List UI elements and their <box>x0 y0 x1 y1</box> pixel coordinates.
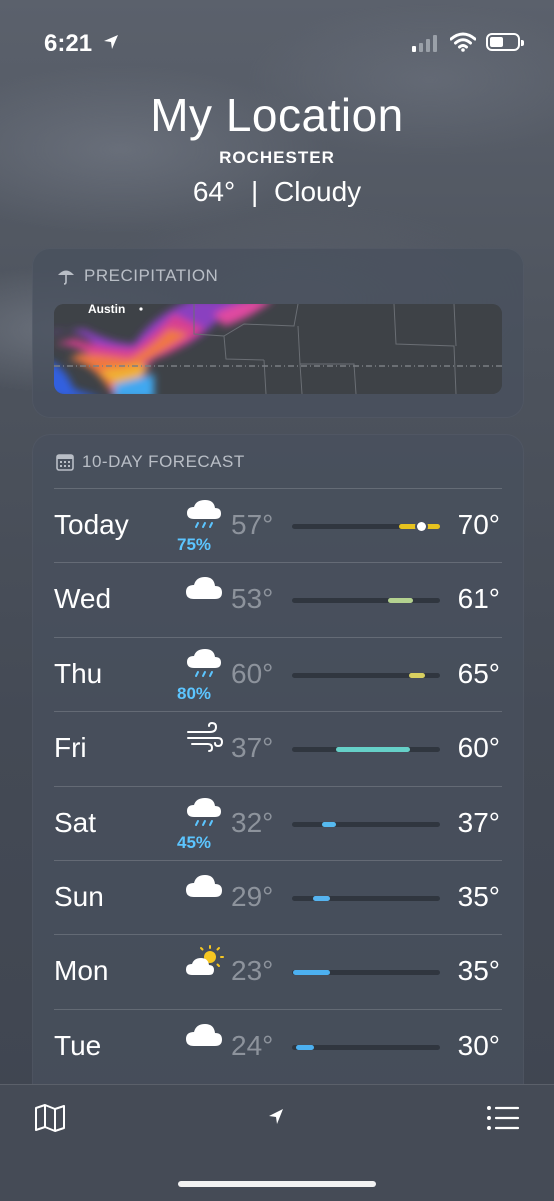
current-conditions: 64° | Cloudy <box>0 176 554 208</box>
wifi-icon <box>450 32 476 52</box>
temperature-range-bar <box>292 821 440 827</box>
high-temperature: 30° <box>457 1029 500 1061</box>
high-temperature: 60° <box>457 732 500 764</box>
temperature-range-fill <box>293 970 331 976</box>
temperature-range-bar <box>292 522 440 531</box>
low-temperature: 60° <box>231 657 274 689</box>
cloud-rain-icon <box>184 648 224 678</box>
cloud-icon <box>184 573 224 603</box>
cellular-signal-icon <box>412 34 437 52</box>
location-header: My Location ROCHESTER 64° | Cloudy <box>0 88 554 208</box>
temperature-range-fill <box>296 1044 315 1050</box>
location-arrow-icon <box>104 35 118 49</box>
wind-icon <box>184 722 224 753</box>
precipitation-chance: 45% <box>176 832 212 852</box>
cloud-icon <box>184 871 224 901</box>
high-temperature: 65° <box>457 657 500 689</box>
forecast-card[interactable]: 10-DAY FORECAST Today 75% 57° 70° Wed 53° 61° T… <box>32 434 524 1114</box>
low-temperature: 57° <box>231 509 274 540</box>
map-icon[interactable] <box>34 1103 66 1133</box>
status-bar: 6:21 <box>0 0 554 90</box>
forecast-day: Fri <box>54 732 87 764</box>
precipitation-chance: 80% <box>176 683 212 703</box>
status-time: 6:21 <box>44 30 93 57</box>
low-temperature: 29° <box>231 881 274 912</box>
forecast-day: Today <box>54 509 129 540</box>
forecast-header: 10-DAY FORECAST <box>56 452 245 472</box>
location-arrow-icon[interactable] <box>266 1107 286 1127</box>
precipitation-card[interactable]: PRECIPITATION Austin <box>32 248 524 418</box>
precipitation-map[interactable]: Austin <box>54 304 502 394</box>
umbrella-icon <box>58 270 74 285</box>
current-temperature: 64° <box>192 176 236 207</box>
calendar-icon <box>56 454 74 471</box>
high-temperature: 37° <box>457 806 500 838</box>
forecast-day: Sat <box>54 806 97 838</box>
forecast-day: Sun <box>54 881 104 912</box>
temperature-range-bar <box>292 747 440 753</box>
forecast-row[interactable]: Wed 53° 61° <box>54 562 502 637</box>
home-indicator <box>178 1181 376 1187</box>
current-condition: Cloudy <box>274 176 362 207</box>
temperature-range-bar <box>292 896 440 901</box>
partly-sunny-icon <box>184 945 224 976</box>
current-temperature-dot <box>416 522 426 531</box>
forecast-row[interactable]: Sat 45% 32° 37° <box>54 785 502 861</box>
forecast-row[interactable]: Mon 23° 35° <box>54 934 502 1009</box>
forecast-day: Mon <box>54 955 109 987</box>
temperature-range-fill <box>321 821 337 827</box>
cloud-rain-icon <box>184 797 224 827</box>
tab-bar <box>0 1084 554 1201</box>
high-temperature: 70° <box>457 509 500 540</box>
temperature-range-fill <box>408 672 426 678</box>
low-temperature: 24° <box>231 1029 274 1061</box>
forecast-row[interactable]: Tue 24° 30° <box>54 1008 502 1084</box>
forecast-day: Wed <box>54 583 112 615</box>
temperature-range-fill <box>312 896 331 901</box>
forecast-row[interactable]: Fri 37° 60° <box>54 711 502 786</box>
precipitation-label: PRECIPITATION <box>84 266 219 285</box>
forecast-label: 10-DAY FORECAST <box>82 452 245 471</box>
list-icon[interactable] <box>486 1105 520 1131</box>
battery-icon <box>486 33 524 51</box>
low-temperature: 53° <box>231 583 274 615</box>
low-temperature: 37° <box>231 732 274 764</box>
precipitation-chance: 75% <box>176 535 212 554</box>
precipitation-header: PRECIPITATION <box>56 266 218 286</box>
temperature-range-bar <box>292 970 440 976</box>
forecast-day: Tue <box>54 1029 102 1061</box>
forecast-day: Thu <box>54 657 103 689</box>
temperature-range-fill <box>336 747 411 753</box>
high-temperature: 35° <box>457 955 500 987</box>
forecast-row[interactable]: Today 75% 57° 70° <box>54 488 502 563</box>
conditions-separator: | <box>250 176 259 207</box>
low-temperature: 23° <box>231 955 274 987</box>
city-name: ROCHESTER <box>219 148 335 167</box>
temperature-range-bar <box>292 598 440 604</box>
map-city-label: Austin <box>88 304 125 316</box>
cloud-rain-icon <box>184 499 224 529</box>
high-temperature: 35° <box>457 881 500 912</box>
temperature-range-bar <box>292 672 440 678</box>
temperature-range-fill <box>388 598 414 604</box>
temperature-range-bar <box>292 1044 440 1050</box>
cloud-icon <box>184 1020 224 1050</box>
forecast-row[interactable]: Thu 80% 60° 65° <box>54 636 502 712</box>
location-title: My Location <box>150 89 404 141</box>
low-temperature: 32° <box>231 806 274 838</box>
forecast-row[interactable]: Sun 29° 35° <box>54 860 502 935</box>
high-temperature: 61° <box>457 583 500 615</box>
